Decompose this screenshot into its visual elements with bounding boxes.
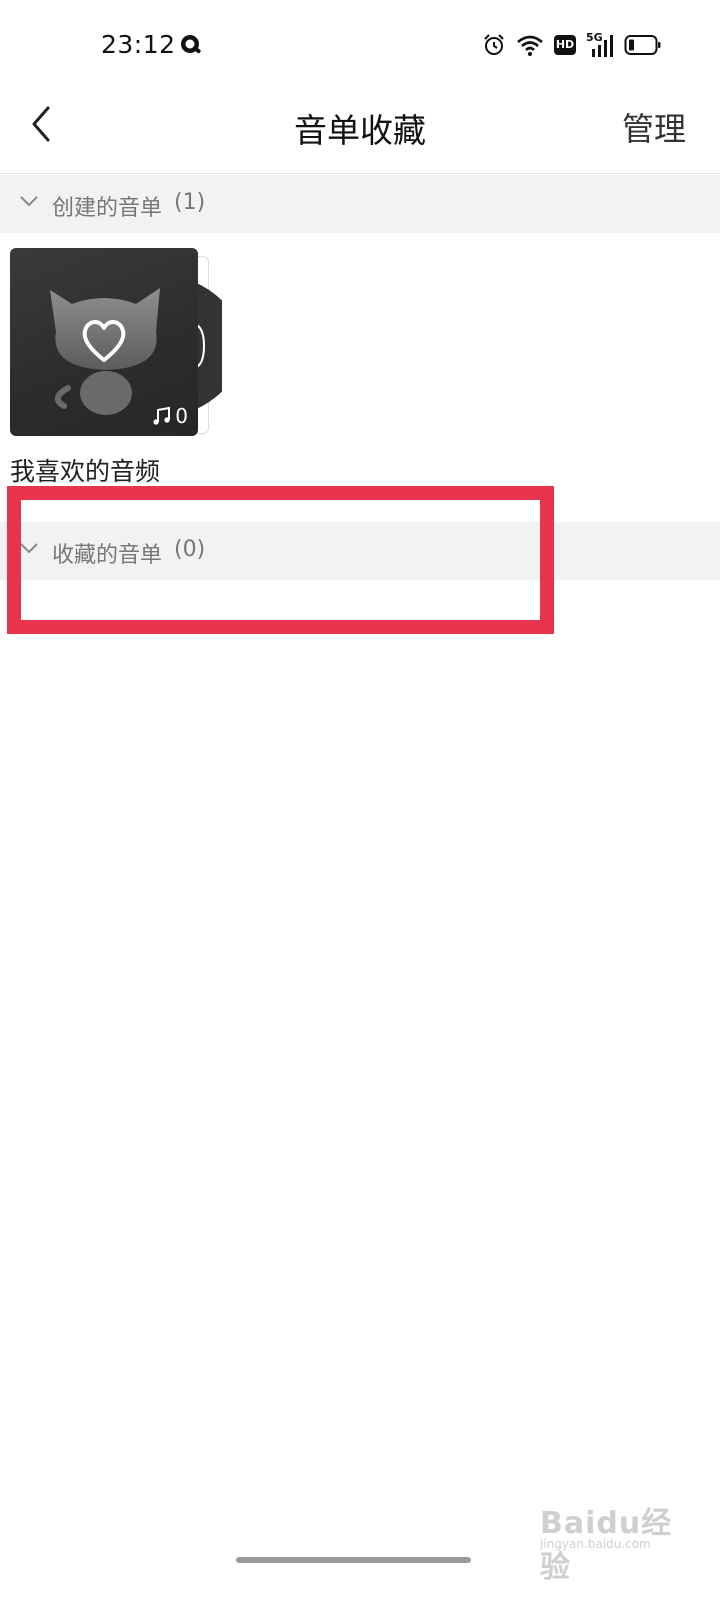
watermark: Baidu经验 jingyan.baidu.com (540, 1490, 680, 1585)
signal-5g-icon: 5G (586, 31, 614, 57)
alarm-icon (484, 34, 504, 55)
section-count: (1) (174, 190, 206, 215)
wifi-icon (517, 35, 543, 56)
track-count-badge: 0 (152, 404, 188, 428)
q-app-icon (181, 35, 201, 54)
home-indicator[interactable] (236, 1557, 471, 1563)
section-header-collected[interactable]: 收藏的音单 (0) (0, 522, 720, 580)
section-label: 收藏的音单 (52, 543, 163, 568)
nav-bar: 音单收藏 管理 (0, 90, 720, 174)
playlist-card[interactable]: 0 我喜欢的音频 (10, 248, 230, 488)
status-bar: 23:12 HD 5G (0, 0, 720, 90)
header-divider (0, 173, 720, 174)
battery-icon (624, 35, 661, 55)
hd-icon: HD (554, 35, 576, 55)
status-time: 23:12 (101, 30, 176, 59)
music-note-icon (153, 406, 171, 425)
playlist-cover: 0 (10, 248, 230, 438)
section-count: (0) (174, 537, 206, 562)
manage-button[interactable]: 管理 (622, 104, 686, 150)
chevron-down-icon (20, 543, 38, 554)
watermark-url: jingyan.baidu.com (540, 1537, 651, 1551)
status-icons: HD 5G (482, 31, 662, 58)
section-header-created[interactable]: 创建的音单 (1) (0, 175, 720, 233)
page-title: 音单收藏 (294, 111, 426, 150)
network-label: 5G (586, 31, 603, 44)
section-label: 创建的音单 (52, 196, 163, 221)
chevron-down-icon (20, 196, 38, 207)
track-count: 0 (175, 404, 188, 428)
playlist-name: 我喜欢的音频 (10, 457, 161, 486)
cover-image: 0 (10, 248, 198, 436)
